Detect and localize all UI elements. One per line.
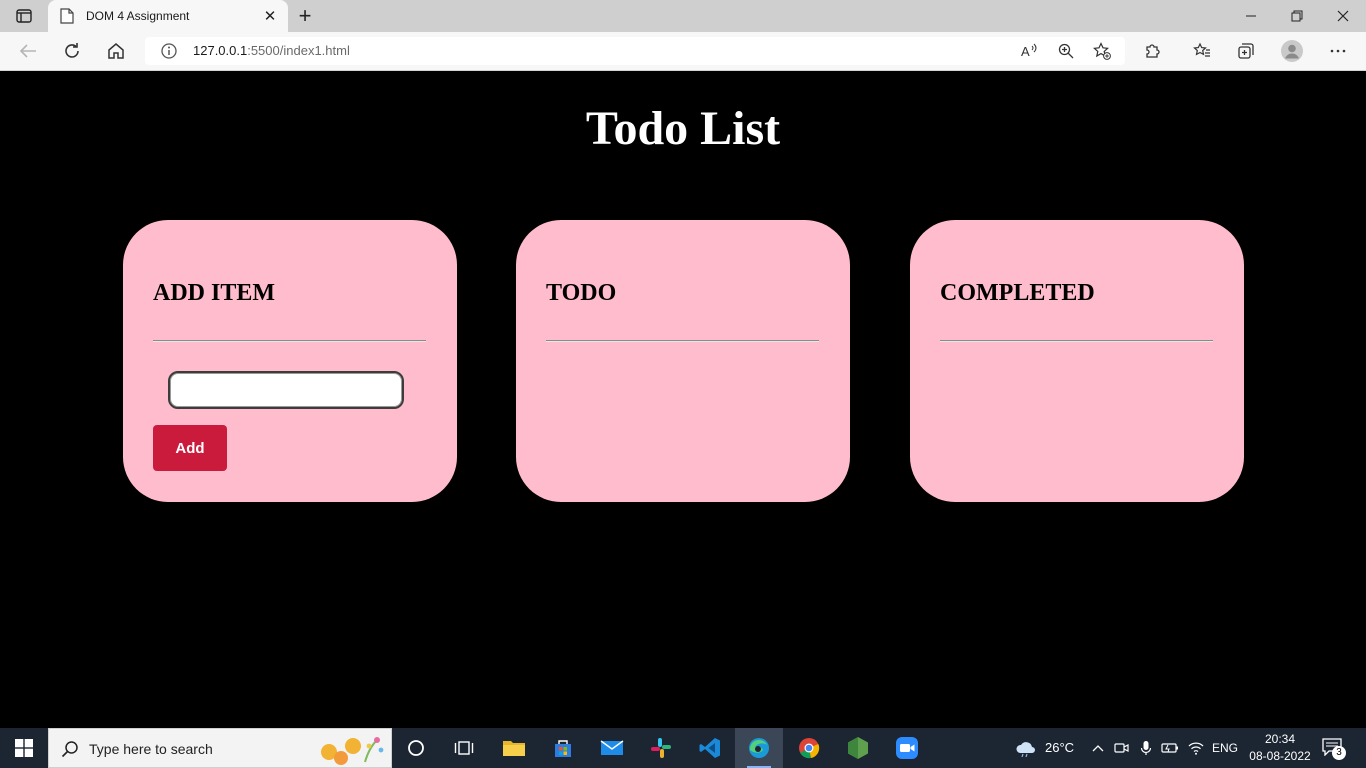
divider <box>546 340 819 342</box>
taskbar: Type here to search 26°C ENG 20:34 08-08… <box>0 728 1366 768</box>
search-placeholder: Type here to search <box>89 741 213 757</box>
zoom-app-icon[interactable] <box>883 728 931 768</box>
browser-tab[interactable]: DOM 4 Assignment ✕ <box>48 0 288 32</box>
address-bar[interactable]: 127.0.0.1:5500/index1.html A <box>145 37 1125 65</box>
mail-icon[interactable] <box>588 728 636 768</box>
task-view-icon[interactable] <box>440 728 488 768</box>
new-tab-button[interactable]: + <box>292 3 318 28</box>
weather-icon[interactable] <box>1014 738 1038 758</box>
todo-heading: TODO <box>546 280 617 306</box>
notification-count: 3 <box>1332 746 1346 760</box>
battery-icon[interactable] <box>1160 738 1180 758</box>
url-path: :5500/index1.html <box>247 43 350 58</box>
divider <box>153 340 426 342</box>
web-page: Todo List ADD ITEM Add TODO COMPLETED <box>0 71 1366 728</box>
add-item-heading: ADD ITEM <box>153 280 276 306</box>
home-icon[interactable] <box>102 38 130 64</box>
browser-tab-bar: DOM 4 Assignment ✕ + <box>0 0 1366 32</box>
microphone-icon[interactable] <box>1136 738 1156 758</box>
cortana-icon[interactable] <box>392 728 440 768</box>
read-aloud-icon[interactable]: A <box>1019 41 1041 61</box>
close-window-icon[interactable] <box>1320 0 1366 32</box>
microsoft-store-icon[interactable] <box>539 728 587 768</box>
url-text[interactable]: 127.0.0.1:5500/index1.html <box>193 43 350 58</box>
completed-heading: COMPLETED <box>940 280 1095 306</box>
taskbar-search[interactable]: Type here to search <box>48 728 392 768</box>
back-arrow-icon[interactable] <box>14 38 42 64</box>
new-item-input[interactable] <box>168 371 404 409</box>
zoom-icon[interactable] <box>1055 41 1077 61</box>
page-title: Todo List <box>585 102 781 155</box>
add-button[interactable]: Add <box>153 425 227 471</box>
tab-close-icon[interactable]: ✕ <box>260 6 280 26</box>
add-favorite-icon[interactable] <box>1091 41 1113 61</box>
vscode-icon[interactable] <box>686 728 734 768</box>
profile-avatar[interactable] <box>1279 39 1305 63</box>
tab-title: DOM 4 Assignment <box>86 9 190 23</box>
browser-toolbar: 127.0.0.1:5500/index1.html A <box>0 32 1366 71</box>
todo-card: TODO <box>516 220 850 502</box>
search-highlight-icon <box>321 737 384 765</box>
restore-icon[interactable] <box>1274 0 1320 32</box>
search-icon <box>61 741 78 758</box>
divider <box>940 340 1213 342</box>
language-indicator[interactable]: ENG <box>1212 741 1238 755</box>
more-options-icon[interactable] <box>1325 39 1351 63</box>
chrome-icon[interactable] <box>785 728 833 768</box>
favorites-icon[interactable] <box>1189 39 1215 63</box>
notification-center-icon[interactable]: 3 <box>1318 736 1348 760</box>
slack-icon[interactable] <box>637 728 685 768</box>
file-explorer-icon[interactable] <box>490 728 538 768</box>
refresh-icon[interactable] <box>58 38 86 64</box>
collections-icon[interactable] <box>1233 39 1259 63</box>
page-icon <box>60 8 76 24</box>
url-host: 127.0.0.1 <box>193 43 248 58</box>
extensions-icon[interactable] <box>1140 39 1166 63</box>
edge-icon[interactable] <box>735 728 783 768</box>
windows-start-icon[interactable] <box>0 728 48 768</box>
chevron-up-icon[interactable] <box>1088 738 1108 758</box>
completed-card: COMPLETED <box>910 220 1244 502</box>
minimize-icon[interactable] <box>1228 0 1274 32</box>
wifi-icon[interactable] <box>1186 738 1206 758</box>
clock[interactable]: 20:34 08-08-2022 <box>1244 731 1316 765</box>
add-item-card: ADD ITEM Add <box>123 220 457 502</box>
nodejs-icon[interactable] <box>834 728 882 768</box>
svg-text:A: A <box>1021 44 1030 59</box>
tab-actions-icon[interactable] <box>8 4 40 28</box>
meet-now-icon[interactable] <box>1112 738 1132 758</box>
clock-time: 20:34 <box>1264 732 1296 746</box>
weather-temperature[interactable]: 26°C <box>1045 740 1074 755</box>
info-icon[interactable] <box>161 43 177 59</box>
clock-date: 08-08-2022 <box>1249 749 1311 763</box>
